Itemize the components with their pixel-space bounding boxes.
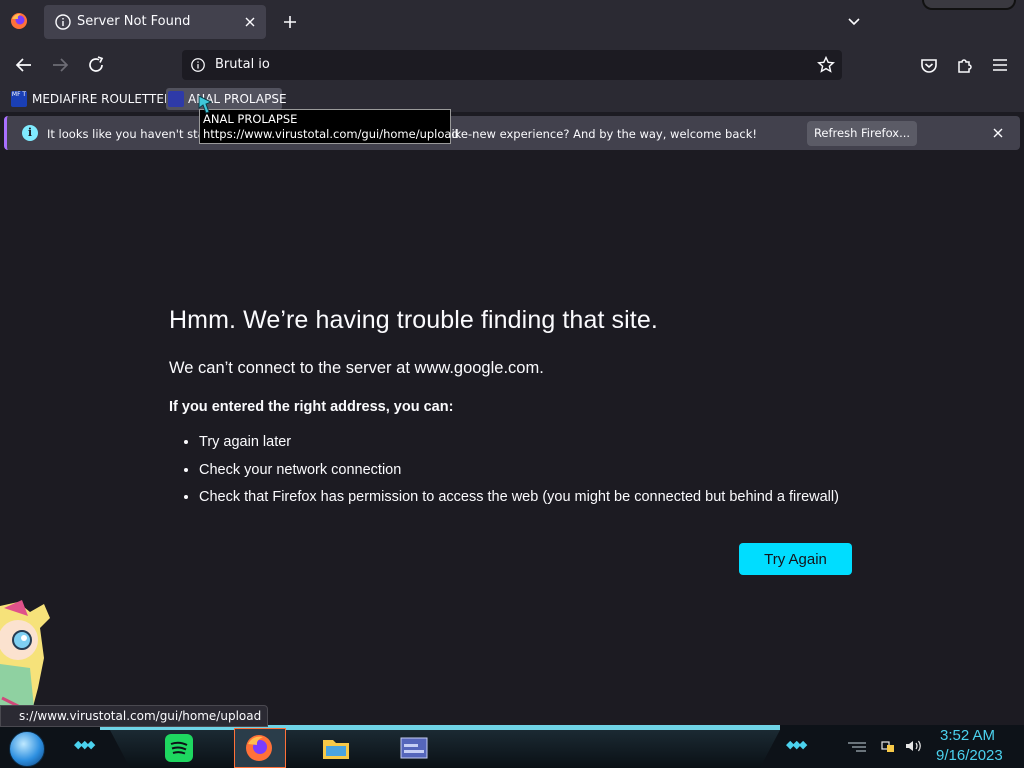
clock-time[interactable]: 3:52 AM [940, 727, 995, 744]
tooltip-url: https://www.virustotal.com/gui/home/uplo… [203, 127, 459, 141]
volume-icon[interactable] [905, 739, 923, 753]
list-item: Check your network connection [199, 458, 839, 486]
bookmarks-toolbar: MF T MEDIAFIRE ROULETTER ANAL PROLAPSE [0, 86, 1024, 112]
forward-arrow-icon[interactable] [49, 54, 71, 76]
new-tab-icon[interactable] [280, 12, 300, 32]
extensions-puzzle-icon[interactable] [954, 54, 976, 76]
bookmark-tooltip: ANAL PROLAPSE https://www.virustotal.com… [199, 109, 459, 144]
window-top-decoration [922, 0, 1016, 10]
bookmark-label: MEDIAFIRE ROULETTER [32, 92, 173, 106]
info-icon: i [22, 125, 38, 141]
decorative-chevron-icon: ◆◆◆ [786, 738, 807, 751]
chevron-down-icon[interactable] [844, 12, 864, 32]
clock-date[interactable]: 9/16/2023 [936, 747, 1003, 764]
mediafire-favicon-icon: MF T [11, 91, 27, 107]
bookmark-favicon-icon [168, 91, 184, 107]
error-page: Hmm. We’re having trouble finding that s… [0, 156, 1024, 716]
bookmark-mediafire-rouletter[interactable]: MF T MEDIAFIRE ROULETTER [11, 88, 172, 110]
error-short-description: We can’t connect to the server at www.go… [169, 359, 544, 377]
tab-strip: Server Not Found [0, 0, 1024, 44]
address-bar[interactable]: Brutal io [182, 50, 842, 80]
error-title: Hmm. We’re having trouble finding that s… [169, 306, 658, 334]
taskbar-dock [110, 730, 780, 768]
back-arrow-icon[interactable] [13, 54, 35, 76]
tooltip-title: ANAL PROLAPSE [203, 112, 298, 126]
favicon-text: MF T [11, 91, 27, 98]
notification-message-start: It looks like you haven't starte [47, 127, 221, 141]
tab-active[interactable]: Server Not Found [44, 5, 266, 39]
list-item: Check that Firefox has permission to acc… [199, 485, 839, 513]
site-info-icon[interactable] [190, 57, 206, 73]
reload-icon[interactable] [85, 54, 107, 76]
firefox-icon[interactable] [243, 732, 275, 764]
bookmark-anal-prolapse[interactable]: ANAL PROLAPSE [166, 88, 287, 110]
info-icon [55, 14, 71, 30]
refresh-firefox-button[interactable]: Refresh Firefox... [807, 121, 917, 146]
mouse-cursor-icon [198, 95, 213, 114]
firefox-menu-icon[interactable] [9, 11, 29, 31]
tray-expand-icon[interactable] [846, 739, 868, 753]
error-hint: If you entered the right address, you ca… [169, 399, 454, 415]
spotify-icon[interactable] [163, 732, 195, 764]
close-tab-icon[interactable] [240, 12, 260, 32]
link-status-panel: s://www.virustotal.com/gui/home/upload [0, 705, 269, 727]
try-again-button[interactable]: Try Again [739, 543, 852, 575]
taskbar: ◆◆◆ ◆◆◆ 3:52 AM 9/16/2023 [0, 725, 1024, 768]
tab-title: Server Not Found [77, 14, 191, 29]
bookmark-star-icon[interactable] [816, 55, 836, 75]
start-button[interactable] [9, 731, 45, 767]
navigation-toolbar: Brutal io [0, 44, 1024, 86]
network-icon[interactable] [881, 739, 895, 753]
refresh-firefox-notification: i It looks like you haven't starte or a f… [4, 116, 1020, 150]
list-item: Try again later [199, 430, 839, 458]
error-suggestion-list: Try again later Check your network conne… [169, 430, 839, 513]
address-text[interactable]: Brutal io [215, 57, 270, 72]
pocket-icon[interactable] [918, 54, 940, 76]
close-icon[interactable] [990, 125, 1006, 141]
hamburger-menu-icon[interactable] [989, 54, 1011, 76]
file-explorer-icon[interactable] [320, 732, 352, 764]
app-window-icon[interactable] [398, 732, 430, 764]
decorative-chevron-icon: ◆◆◆ [74, 738, 95, 751]
